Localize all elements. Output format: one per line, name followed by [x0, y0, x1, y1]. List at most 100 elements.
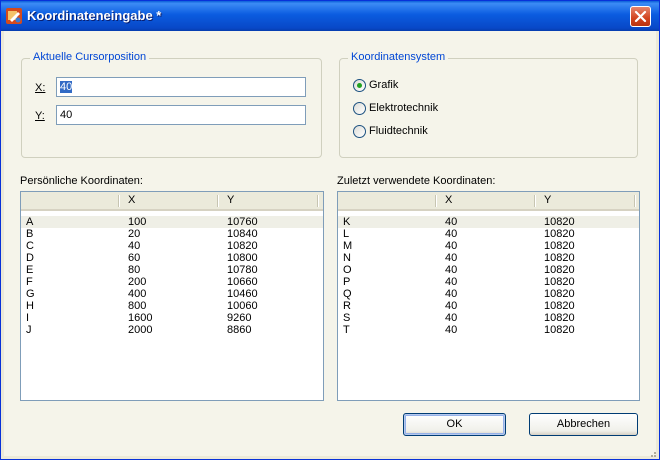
- table-cell: 1600: [128, 312, 153, 324]
- radio-fluidtechnik[interactable]: [353, 125, 366, 138]
- table-row[interactable]: O 40 10820: [338, 264, 639, 276]
- table-cell: 10820: [544, 252, 575, 264]
- table-cell: 20: [128, 228, 141, 240]
- recent-col-x[interactable]: X: [445, 192, 452, 209]
- table-row[interactable]: N 40 10820: [338, 252, 639, 264]
- recent-coordinates-list[interactable]: X Y K 40 10820 L 40 10820 M 40 10820 N 40 10820 O 40 1…: [337, 191, 640, 401]
- table-row[interactable]: H 800 10060: [21, 300, 323, 312]
- ok-button[interactable]: OK: [403, 413, 506, 436]
- table-row[interactable]: A 100 10760: [21, 216, 323, 228]
- radio-checked-dot: [357, 83, 362, 88]
- radio-elektrotechnik[interactable]: [353, 102, 366, 115]
- table-cell: L: [343, 228, 350, 240]
- personal-col-x[interactable]: X: [128, 192, 135, 209]
- table-row[interactable]: I 1600 9260: [21, 312, 323, 324]
- close-icon: [634, 10, 647, 23]
- column-separator: [534, 195, 535, 207]
- table-cell: 10820: [544, 288, 575, 300]
- x-input[interactable]: 40: [56, 77, 306, 97]
- table-row[interactable]: F 200 10660: [21, 276, 323, 288]
- table-row[interactable]: D 60 10800: [21, 252, 323, 264]
- table-row[interactable]: Q 40 10820: [338, 288, 639, 300]
- radio-fluidtechnik-label[interactable]: Fluidtechnik: [369, 125, 428, 137]
- table-cell: 40: [445, 216, 458, 228]
- window-title: Koordinateneingabe *: [27, 8, 162, 23]
- table-row[interactable]: L 40 10820: [338, 228, 639, 240]
- table-row[interactable]: M 40 10820: [338, 240, 639, 252]
- table-cell: 10820: [544, 324, 575, 336]
- table-row[interactable]: S 40 10820: [338, 312, 639, 324]
- table-cell: 9260: [227, 312, 252, 324]
- title-bar[interactable]: Koordinateneingabe *: [1, 1, 659, 31]
- table-row[interactable]: C 40 10820: [21, 240, 323, 252]
- column-separator: [435, 195, 436, 207]
- table-cell: 10660: [227, 276, 258, 288]
- personal-coordinates-list[interactable]: X Y A 100 10760 B 20 10840 C 40 10820 D 60 10800 E 80…: [20, 191, 324, 401]
- table-cell: 10820: [544, 216, 575, 228]
- table-cell: 10820: [544, 312, 575, 324]
- table-cell: Q: [343, 288, 352, 300]
- table-cell: 40: [445, 276, 458, 288]
- y-input-value: 40: [60, 109, 73, 121]
- resize-grip-icon[interactable]: [646, 450, 657, 458]
- table-cell: 2000: [128, 324, 153, 336]
- table-row[interactable]: T 40 10820: [338, 324, 639, 336]
- table-row[interactable]: E 80 10780: [21, 264, 323, 276]
- personal-coordinates-label: Persönliche Koordinaten:: [20, 175, 143, 187]
- table-row[interactable]: K 40 10820: [338, 216, 639, 228]
- table-cell: 60: [128, 252, 141, 264]
- column-separator: [118, 195, 119, 207]
- table-cell: 10460: [227, 288, 258, 300]
- table-cell: S: [343, 312, 351, 324]
- table-cell: 40: [445, 312, 458, 324]
- table-cell: P: [343, 276, 351, 288]
- table-cell: 10820: [544, 264, 575, 276]
- app-icon: [6, 8, 22, 24]
- table-cell: C: [26, 240, 34, 252]
- table-cell: E: [26, 264, 34, 276]
- table-cell: 80: [128, 264, 141, 276]
- x-input-value: 40: [60, 81, 73, 93]
- column-separator: [217, 195, 218, 207]
- cursor-position-legend: Aktuelle Cursorposition: [30, 51, 150, 63]
- table-cell: 8860: [227, 324, 252, 336]
- column-separator: [317, 195, 318, 207]
- table-cell: 10820: [544, 240, 575, 252]
- radio-elektrotechnik-label[interactable]: Elektrotechnik: [369, 102, 438, 114]
- close-button[interactable]: [630, 6, 651, 27]
- table-cell: 40: [445, 300, 458, 312]
- table-cell: 100: [128, 216, 147, 228]
- table-row[interactable]: B 20 10840: [21, 228, 323, 240]
- table-cell: N: [343, 252, 351, 264]
- table-cell: 10060: [227, 300, 258, 312]
- table-cell: 10760: [227, 216, 258, 228]
- radio-grafik-label[interactable]: Grafik: [369, 79, 398, 91]
- table-cell: 10820: [544, 228, 575, 240]
- recent-col-y[interactable]: Y: [544, 192, 551, 209]
- personal-col-y[interactable]: Y: [227, 192, 234, 209]
- table-cell: 10820: [544, 300, 575, 312]
- recent-list-header: X Y: [338, 192, 639, 211]
- table-cell: 40: [445, 288, 458, 300]
- y-input[interactable]: 40: [56, 105, 306, 125]
- table-cell: 10820: [544, 276, 575, 288]
- table-row[interactable]: G 400 10460: [21, 288, 323, 300]
- table-row[interactable]: P 40 10820: [338, 276, 639, 288]
- table-cell: 40: [445, 324, 458, 336]
- personal-list-header: X Y: [21, 192, 323, 211]
- dialog-window: Koordinateneingabe * Aktuelle Cursorposi…: [0, 0, 660, 460]
- y-label: Y:: [35, 110, 45, 122]
- table-row[interactable]: R 40 10820: [338, 300, 639, 312]
- table-cell: J: [26, 324, 32, 336]
- table-cell: A: [26, 216, 34, 228]
- table-cell: F: [26, 276, 33, 288]
- radio-grafik[interactable]: [353, 79, 366, 92]
- coordinate-system-legend: Koordinatensystem: [348, 51, 449, 63]
- table-cell: 40: [445, 240, 458, 252]
- table-cell: H: [26, 300, 34, 312]
- table-cell: 40: [128, 240, 141, 252]
- table-row[interactable]: J 2000 8860: [21, 324, 323, 336]
- recent-coordinates-label: Zuletzt verwendete Koordinaten:: [337, 175, 496, 187]
- cancel-button[interactable]: Abbrechen: [529, 413, 638, 436]
- dialog-body: Aktuelle Cursorposition X: 40 Y: 40 Koor…: [4, 31, 656, 456]
